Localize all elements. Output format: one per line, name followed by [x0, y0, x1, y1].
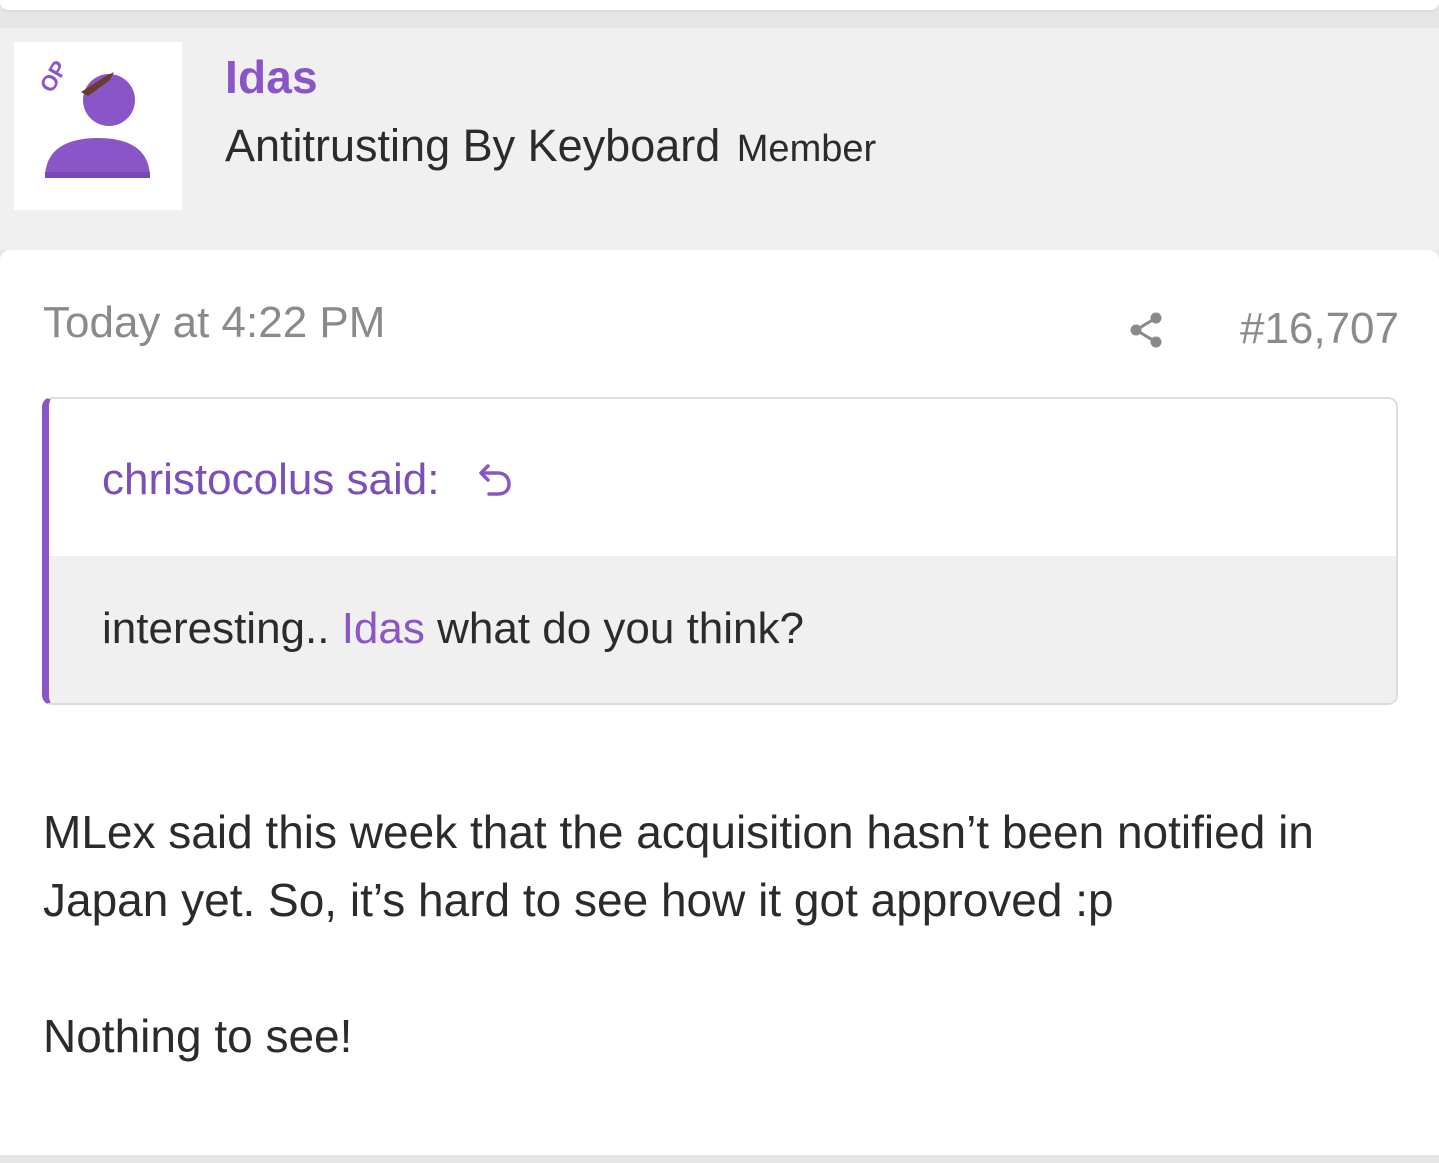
user-mention[interactable]: Idas	[342, 604, 425, 653]
forum-page: OP Idas Antitrusting By Keyboard Member …	[0, 0, 1439, 1163]
quote-text: interesting.. Idas what do you think?	[102, 604, 804, 654]
previous-post-edge	[0, 0, 1439, 10]
post-date[interactable]: Today at 4:22 PM	[43, 298, 385, 348]
quote-block: christocolus said: interesting.. Idas wh…	[42, 397, 1398, 705]
share-icon[interactable]	[1124, 308, 1168, 352]
message-paragraph: MLex said this week that the acquisition…	[43, 806, 1314, 926]
post-body: Today at 4:22 PM #16,707 christocolus sa…	[0, 250, 1439, 1155]
post-user-header: OP Idas Antitrusting By Keyboard Member	[0, 28, 1439, 250]
op-badge: OP	[35, 56, 73, 96]
post-number[interactable]: #16,707	[1240, 304, 1399, 354]
quote-content: interesting.. Idas what do you think?	[49, 556, 1396, 703]
message-paragraph: Nothing to see!	[43, 1010, 353, 1062]
quote-text-after: what do you think?	[424, 604, 804, 653]
post-message: MLex said this week that the acquisition…	[43, 798, 1403, 1070]
quote-header: christocolus said:	[49, 399, 1396, 556]
username[interactable]: Idas	[225, 50, 318, 104]
quote-author: christocolus said:	[102, 455, 440, 504]
quote-text-before: interesting..	[102, 604, 342, 653]
arrow-return-icon[interactable]	[474, 458, 514, 498]
post-bottom-edge	[0, 1155, 1439, 1163]
user-title-line: Antitrusting By Keyboard Member	[225, 120, 876, 172]
avatar[interactable]: OP	[14, 42, 182, 210]
quote-author-link[interactable]: christocolus said:	[102, 455, 514, 505]
user-role: Member	[736, 128, 877, 170]
user-silhouette-icon: OP	[35, 56, 150, 178]
user-title: Antitrusting By Keyboard	[225, 120, 721, 171]
